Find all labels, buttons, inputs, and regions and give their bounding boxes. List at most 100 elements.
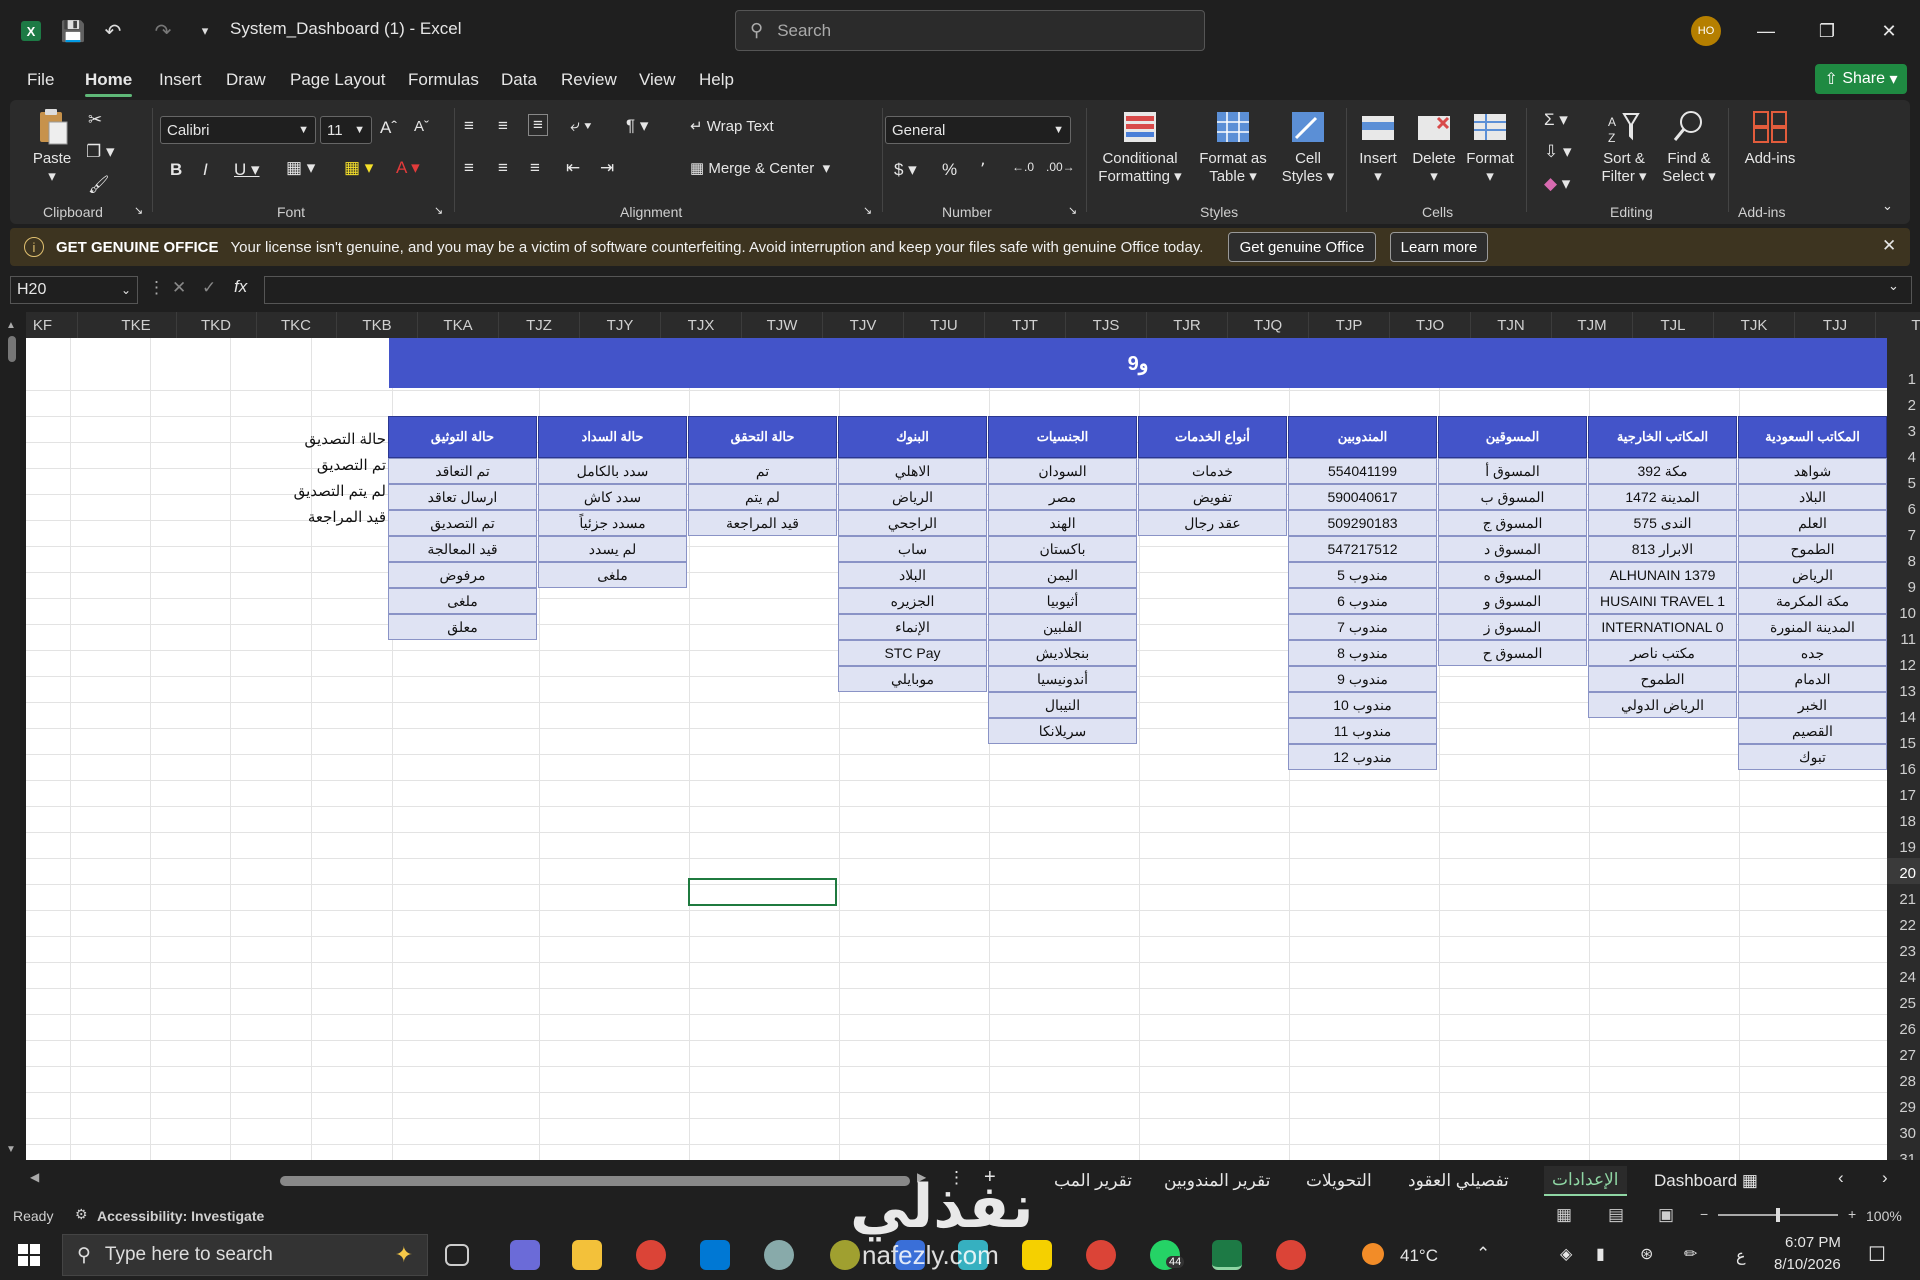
table-cell[interactable]: HUSAINI TRAVEL 1 bbox=[1588, 588, 1737, 614]
tab-contract-details[interactable]: تفصيلي العقود bbox=[1408, 1166, 1509, 1196]
table-cell[interactable]: الإنماء bbox=[838, 614, 987, 640]
save-icon[interactable]: 💾 bbox=[58, 16, 88, 46]
menu-insert[interactable]: Insert bbox=[159, 70, 202, 90]
cancel-entry-icon[interactable]: ✕ bbox=[172, 278, 186, 298]
table-cell[interactable]: الابرار 813 bbox=[1588, 536, 1737, 562]
tab-report-partial[interactable]: تقرير المب bbox=[1054, 1166, 1132, 1196]
increase-indent-icon[interactable]: ⇥ bbox=[600, 158, 614, 178]
table-cell[interactable]: البلاد bbox=[838, 562, 987, 588]
page-break-view-icon[interactable]: ▣ bbox=[1658, 1205, 1674, 1225]
menu-help[interactable]: Help bbox=[699, 70, 734, 90]
zoom-thumb[interactable] bbox=[1776, 1208, 1780, 1222]
table-cell[interactable]: العلم bbox=[1738, 510, 1887, 536]
table-cell[interactable]: تبوك bbox=[1738, 744, 1887, 770]
table-cell[interactable]: ارسال تعاقد bbox=[388, 484, 537, 510]
table-cell[interactable]: تم التعاقد bbox=[388, 458, 537, 484]
font-color-icon[interactable]: A ▾ bbox=[396, 158, 420, 178]
restore-button[interactable]: ❐ bbox=[1804, 16, 1850, 46]
table-cell[interactable]: لم يتم bbox=[688, 484, 837, 510]
row-header[interactable]: 2 bbox=[1887, 390, 1920, 416]
table-cell[interactable]: مكة 392 bbox=[1588, 458, 1737, 484]
table-cell[interactable]: الراجحي bbox=[838, 510, 987, 536]
menu-file[interactable]: File bbox=[27, 70, 54, 90]
font-launcher-icon[interactable]: ↘ bbox=[434, 204, 443, 217]
table-cell[interactable]: الرياض bbox=[838, 484, 987, 510]
taskbar-search[interactable]: ⚲ Type here to search ✦ bbox=[62, 1234, 428, 1276]
table-cell[interactable]: المسوق ه bbox=[1438, 562, 1587, 588]
table-cell[interactable]: المسوق ب bbox=[1438, 484, 1587, 510]
align-bottom-icon[interactable]: ≡ bbox=[528, 114, 548, 136]
underline-icon[interactable]: U ▾ bbox=[234, 160, 260, 180]
row-header[interactable]: 19 bbox=[1887, 832, 1920, 858]
align-right-icon[interactable]: ≡ bbox=[530, 158, 540, 178]
column-header[interactable]: TKA bbox=[418, 312, 499, 338]
row-header[interactable]: 30 bbox=[1887, 1118, 1920, 1144]
column-header[interactable]: TJO bbox=[1390, 312, 1471, 338]
table-cell[interactable]: السودان bbox=[988, 458, 1137, 484]
normal-view-icon[interactable]: ▦ bbox=[1556, 1205, 1572, 1225]
chrome-icon[interactable] bbox=[636, 1240, 666, 1270]
table-cell[interactable]: ملغى bbox=[388, 588, 537, 614]
format-painter-icon[interactable]: 🖌 bbox=[88, 175, 110, 195]
table-cell[interactable]: ALHUNAIN 1379 bbox=[1588, 562, 1737, 588]
column-header[interactable]: TJY bbox=[580, 312, 661, 338]
alignment-launcher-icon[interactable]: ↘ bbox=[863, 204, 872, 217]
row-header[interactable]: 13 bbox=[1887, 676, 1920, 702]
table-cell[interactable]: مسدد جزئياً bbox=[538, 510, 687, 536]
zoom-level[interactable]: 100% bbox=[1866, 1208, 1902, 1224]
table-cell[interactable]: باكستان bbox=[988, 536, 1137, 562]
scroll-thumb[interactable] bbox=[8, 336, 16, 362]
table-cell[interactable]: جده bbox=[1738, 640, 1887, 666]
table-cell[interactable]: سريلانكا bbox=[988, 718, 1137, 744]
name-box[interactable]: H20 ⌄ bbox=[10, 276, 138, 304]
scroll-down-icon[interactable]: ▼ bbox=[6, 1144, 16, 1155]
row-header[interactable]: 22 bbox=[1887, 910, 1920, 936]
column-header[interactable]: TKB bbox=[337, 312, 418, 338]
number-launcher-icon[interactable]: ↘ bbox=[1068, 204, 1077, 217]
table-cell[interactable]: مندوب 9 bbox=[1288, 666, 1437, 692]
table-cell[interactable]: القصيم bbox=[1738, 718, 1887, 744]
row-header[interactable]: 8 bbox=[1887, 546, 1920, 572]
table-cell[interactable]: البلاد bbox=[1738, 484, 1887, 510]
table-cell[interactable]: خدمات bbox=[1138, 458, 1287, 484]
chrome-icon[interactable] bbox=[1276, 1240, 1306, 1270]
table-cell[interactable]: مكتب ناصر bbox=[1588, 640, 1737, 666]
table-cell[interactable]: مندوب 8 bbox=[1288, 640, 1437, 666]
page-layout-view-icon[interactable]: ▤ bbox=[1608, 1205, 1624, 1225]
app-icon[interactable] bbox=[830, 1240, 860, 1270]
table-cell[interactable]: أندونيسيا bbox=[988, 666, 1137, 692]
row-header[interactable]: 3 bbox=[1887, 416, 1920, 442]
table-cell[interactable]: الرياض bbox=[1738, 562, 1887, 588]
excel-taskbar-icon[interactable] bbox=[1212, 1240, 1242, 1270]
column-header[interactable]: TJV bbox=[823, 312, 904, 338]
table-cell[interactable]: مرفوض bbox=[388, 562, 537, 588]
network-icon[interactable]: ◈ bbox=[1560, 1244, 1572, 1264]
expand-formula-icon[interactable]: ⌄ bbox=[1888, 278, 1899, 294]
column-header[interactable]: TJJ bbox=[1795, 312, 1876, 338]
font-size-combo[interactable]: 11 ▼ bbox=[320, 116, 372, 144]
table-cell[interactable]: المسوق ح bbox=[1438, 640, 1587, 666]
row-header[interactable]: 21 bbox=[1887, 884, 1920, 910]
collapse-ribbon-icon[interactable]: ⌄ bbox=[1882, 198, 1893, 214]
horizontal-scroll-thumb[interactable] bbox=[280, 1176, 910, 1186]
column-header[interactable]: TJN bbox=[1471, 312, 1552, 338]
row-header[interactable]: 26 bbox=[1887, 1014, 1920, 1040]
tab-reps-report[interactable]: تقرير المندوبين bbox=[1164, 1166, 1270, 1196]
table-cell[interactable]: ساب bbox=[838, 536, 987, 562]
table-cell[interactable]: الدمام bbox=[1738, 666, 1887, 692]
table-cell[interactable]: أثيوبيا bbox=[988, 588, 1137, 614]
table-cell[interactable]: سدد بالكامل bbox=[538, 458, 687, 484]
row-header[interactable]: 24 bbox=[1887, 962, 1920, 988]
row-header[interactable]: 23 bbox=[1887, 936, 1920, 962]
next-sheet-icon[interactable]: › bbox=[1882, 1168, 1888, 1188]
table-cell[interactable]: INTERNATIONAL 0 bbox=[1588, 614, 1737, 640]
table-cell[interactable]: موبايلي bbox=[838, 666, 987, 692]
search-box[interactable]: ⚲ Search bbox=[735, 10, 1205, 51]
table-cell[interactable]: المسوق ج bbox=[1438, 510, 1587, 536]
column-header[interactable]: TJT bbox=[985, 312, 1066, 338]
windows-start-icon[interactable] bbox=[18, 1244, 40, 1266]
scroll-left-icon[interactable]: ◀ bbox=[30, 1170, 39, 1184]
table-cell[interactable]: مندوب 11 bbox=[1288, 718, 1437, 744]
formula-input[interactable] bbox=[264, 276, 1912, 304]
align-center-icon[interactable]: ≡ bbox=[498, 158, 508, 178]
